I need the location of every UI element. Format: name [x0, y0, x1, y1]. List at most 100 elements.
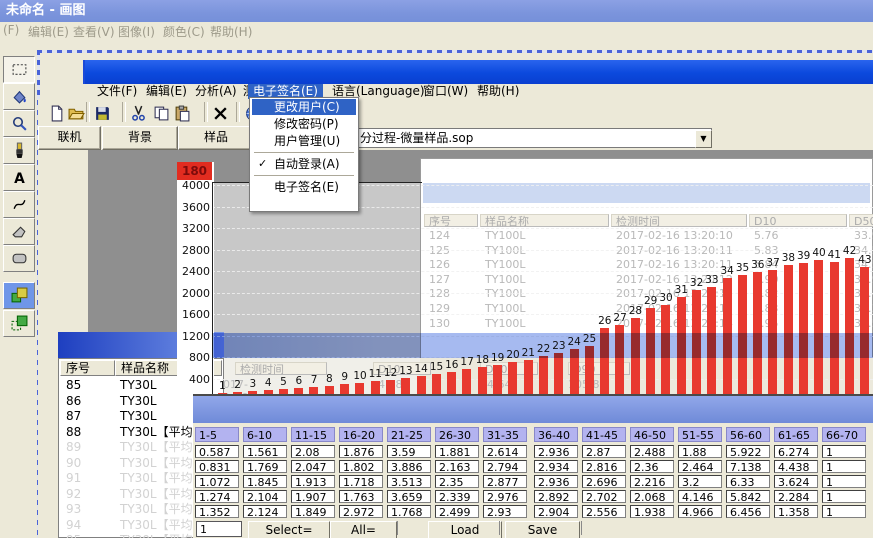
sample-col-1: 样品名称 [480, 214, 609, 227]
menu-item-3[interactable]: 用户管理(U) [252, 133, 356, 149]
toolbar-paste-button[interactable] [172, 103, 192, 123]
results-cell: 4.438 [774, 460, 818, 473]
tool-select[interactable] [3, 56, 35, 83]
toolbar-separator [122, 102, 126, 122]
paint-menu-2[interactable]: 查看(V) [73, 23, 115, 40]
ytick-label: 3200 [177, 222, 210, 235]
sample-row[interactable]: 124TY100L2017-02-16 13:20:105.7633.96 [421, 229, 871, 244]
tool-option-paste-transparent[interactable] [3, 310, 35, 337]
results-col-21-25: 21-25 [387, 427, 431, 442]
results-cell: 1 [822, 505, 866, 518]
command-button-1[interactable]: 联机 [38, 126, 101, 150]
bar-39 [799, 263, 808, 397]
tool-magnifier[interactable] [3, 110, 35, 137]
results-cell: 1.768 [387, 505, 431, 518]
paint-menu-0[interactable]: (F) [3, 23, 19, 37]
button-separator [499, 521, 500, 535]
sample-table-header: 序号样品名称检测时间D10D50 [421, 214, 871, 229]
menu-item-5[interactable]: ✓自动登录(A) [252, 156, 356, 172]
app-menu-7[interactable]: 窗口(W) [418, 84, 473, 99]
results-cell: 1.845 [243, 475, 287, 488]
rounded-rect-icon [11, 250, 28, 267]
results-cell: 6.274 [774, 445, 818, 458]
app-menubar: 文件(F)编辑(E)分析(A)测试(M)电子签名(E)语言(Language)窗… [86, 84, 873, 99]
results-cell: 1.938 [630, 505, 674, 518]
toolbar-copy-button[interactable] [151, 103, 171, 123]
menu-item-7[interactable]: 电子签名(E) [252, 179, 356, 195]
app-menu-8[interactable]: 帮助(H) [472, 84, 524, 99]
paint-menubar: (F) 编辑(E)查看(V)图像(I) 颜色(C) 帮助(H) [0, 22, 873, 40]
button-separator [397, 521, 398, 535]
app-menu-3[interactable]: 分析(A) [190, 84, 242, 99]
app-workspace: 样品 Ctrl+S 序号样品名称检测时间D10D50124TY100L2017-… [38, 150, 873, 538]
command-button-3[interactable]: 样品 [178, 126, 254, 150]
tool-fill[interactable] [3, 83, 35, 110]
toolbar-separator [86, 102, 90, 122]
sample-cell: 125 [429, 244, 450, 258]
results-cell: 2.936 [534, 475, 578, 488]
sample-cell: 130 [429, 317, 450, 331]
results-cell: 4.146 [678, 490, 722, 503]
bar-label-25: 25 [581, 333, 599, 345]
toolbar-save-button[interactable] [92, 103, 112, 123]
sample-col-2: 检测时间 [611, 214, 747, 227]
paste-opaque-icon [11, 287, 28, 304]
toolbar-open-button[interactable] [66, 103, 86, 123]
checkmark-icon: ✓ [258, 156, 267, 172]
menu-item-2[interactable]: 修改密码(P) [252, 116, 356, 132]
magnifier-icon [11, 115, 28, 132]
save-button[interactable]: Save [505, 521, 580, 538]
paint-menu-4[interactable]: 颜色(C) [163, 23, 205, 40]
tool-curve[interactable] [3, 191, 35, 218]
row-number-input[interactable] [196, 521, 242, 537]
results-cell: 5.842 [726, 490, 770, 503]
results-cell: 2.614 [483, 445, 527, 458]
results-cell: 1 [822, 445, 866, 458]
paint-menu-3[interactable]: 图像(I) [118, 23, 155, 40]
paint-menu-5[interactable]: 帮助(H) [210, 23, 252, 40]
curve-icon [11, 196, 28, 213]
results-cell: 1 [822, 460, 866, 473]
paint-menu-1[interactable]: 编辑(E) [28, 23, 69, 40]
sample-cell: 2017-02-16 13:20:11 [616, 244, 733, 258]
results-cell: 2.877 [483, 475, 527, 488]
sop-combobox-value: 分过程-微量样品.sop [360, 131, 473, 145]
results-cell: 2.93 [483, 505, 527, 518]
command-button-2[interactable]: 背景 [102, 126, 178, 150]
results-cell: 2.068 [630, 490, 674, 503]
results-col-31-35: 31-35 [483, 427, 527, 442]
menu-item-1[interactable]: 更改用户(C) [252, 99, 356, 115]
sop-combobox[interactable]: 分过程-微量样品.sop [355, 128, 712, 148]
results-col-66-70: 66-70 [822, 427, 866, 442]
results-col-56-60: 56-60 [726, 427, 770, 442]
toolbar-new-button[interactable] [46, 103, 66, 123]
app-menu-1[interactable]: 文件(F) [92, 84, 142, 99]
select-button[interactable]: Select= [248, 521, 330, 538]
results-cell: 2.934 [534, 460, 578, 473]
results-cell: 2.702 [582, 490, 626, 503]
toolbar-cut-button[interactable] [128, 103, 148, 123]
results-col-36-40: 36-40 [534, 427, 578, 442]
combobox-dropdown-arrow-icon[interactable]: ▼ [695, 130, 712, 148]
app-menu-2[interactable]: 编辑(E) [141, 84, 192, 99]
tool-polygon[interactable] [3, 218, 35, 245]
brush-icon [11, 142, 28, 159]
paint-toolbox: A [0, 40, 37, 538]
results-cell: 1.561 [243, 445, 287, 458]
ytick-label: 1600 [177, 308, 210, 321]
load-button[interactable]: Load [428, 521, 502, 538]
tool-option-paste-opaque[interactable] [3, 282, 35, 309]
tool-rounded-rect[interactable] [3, 245, 35, 272]
selection-border-top [37, 50, 873, 53]
ytick-label: 800 [177, 351, 210, 364]
results-cell: 3.2 [678, 475, 722, 488]
toolbar-delete-button[interactable] [210, 103, 230, 123]
results-cell: 2.124 [243, 505, 287, 518]
results-cell: 0.587 [195, 445, 239, 458]
tool-text[interactable]: A [3, 164, 35, 191]
all-button[interactable]: All= [330, 521, 397, 538]
ytick-label: 4000 [177, 179, 210, 192]
tool-brush[interactable] [3, 137, 35, 164]
esign-dropdown-menu: 更改用户(C)修改密码(P)用户管理(U) ✓自动登录(A) 电子签名(E) [249, 97, 359, 212]
results-cell: 4.966 [678, 505, 722, 518]
